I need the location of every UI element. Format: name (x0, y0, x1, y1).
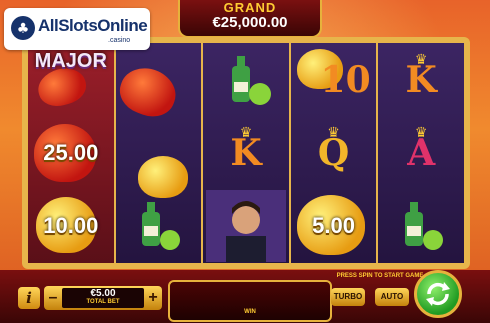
reel-5-cell-2: ♛ A (378, 116, 464, 189)
reel-1: MAJOR 25.00 10.00 (28, 43, 114, 263)
grand-jackpot-banner: GRAND €25,000.00 (178, 0, 322, 38)
reel-5: ♛ K ♛ A (378, 43, 464, 263)
win-display (168, 280, 332, 322)
reel-2 (113, 43, 202, 263)
reel-5-cell-1: ♛ K (378, 43, 464, 116)
info-button[interactable]: i (18, 287, 40, 309)
total-bet-label: TOTAL BET (86, 299, 120, 305)
tequila-bottle-icon (405, 201, 444, 250)
grand-value: €25,000.00 (212, 14, 288, 31)
grand-label: GRAND (223, 0, 277, 15)
watermark-text: AllSlotsOnline (38, 16, 148, 35)
reel-3: ♛ K (203, 43, 289, 263)
autoplay-button[interactable]: AUTO (375, 288, 409, 306)
reel-2-cell-3 (116, 189, 202, 262)
svg-text:♣: ♣ (17, 21, 30, 37)
win-label: WIN (244, 309, 256, 315)
spin-button[interactable] (414, 270, 462, 318)
tequila-bottle-icon (231, 55, 271, 105)
crown-icon: ♛ (414, 51, 428, 67)
total-bet-value: €5.00 (90, 288, 116, 299)
reel-3-cell-3 (203, 189, 289, 262)
reel-2-cell-1 (113, 43, 202, 124)
clover-icon: ♣ (11, 16, 35, 40)
spin-arrows-icon (426, 282, 450, 306)
symbol-10: 10 (320, 58, 371, 101)
bet-decrease-button[interactable]: – (46, 289, 60, 307)
reel-1-cell-2: 25.00 (28, 116, 114, 189)
spin-hint-text: PRESS SPIN TO START GAME (336, 273, 424, 279)
reel-1-cell-3: 10.00 (28, 189, 114, 262)
red-pepper-icon (113, 60, 182, 124)
tequila-bottle-icon (142, 201, 181, 250)
cash-value-10: 10.00 (43, 212, 99, 238)
hero-character-icon (205, 189, 286, 262)
reel-3-cell-1 (203, 43, 289, 116)
crown-icon: ♛ (239, 124, 253, 140)
reel-4-cell-1: 10 (291, 43, 377, 116)
cash-value-25: 25.00 (43, 139, 99, 165)
reel-3-cell-2: ♛ K (203, 116, 289, 189)
cash-value-5: 5.00 (312, 212, 355, 238)
crown-icon: ♛ (414, 124, 428, 140)
major-jackpot-label: MAJOR (34, 50, 107, 72)
reel-4-cell-2: ♛ Q (291, 116, 377, 189)
reel-grid: MAJOR 25.00 10.00 ♛ K 10 ♛ Q 5.00 ♛ K ♛ … (28, 43, 464, 263)
reel-4-cell-3: 5.00 (291, 189, 377, 262)
turbo-button[interactable]: TURBO (331, 288, 365, 306)
crown-icon: ♛ (327, 124, 340, 140)
reel-5-cell-3 (378, 189, 464, 262)
watermark-logo: ♣ AllSlotsOnline .casino (4, 8, 150, 50)
reel-1-cell-1: MAJOR (28, 43, 114, 116)
reel-4: 10 ♛ Q 5.00 (290, 43, 377, 263)
reel-2-cell-2 (116, 116, 202, 198)
watermark-sub: .casino (108, 37, 131, 44)
bet-increase-button[interactable]: + (146, 289, 160, 307)
